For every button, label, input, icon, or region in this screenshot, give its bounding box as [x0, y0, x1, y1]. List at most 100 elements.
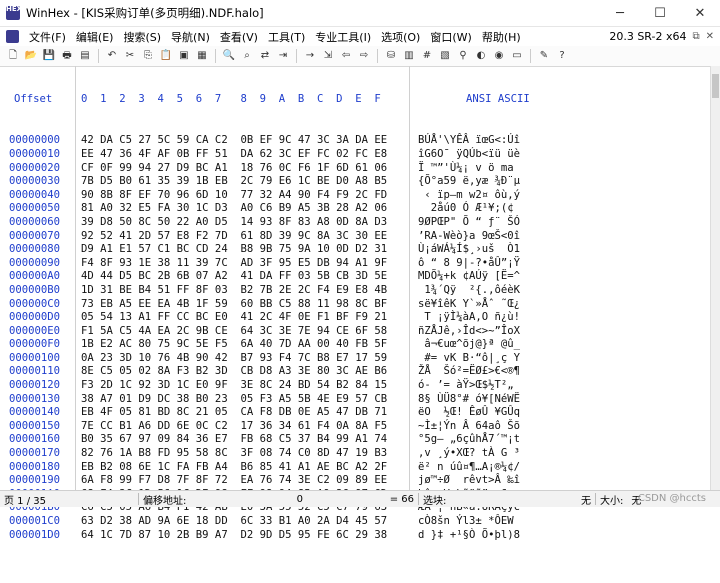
row-ascii-text[interactable]: 1¾´Qÿ ²{.,ôéèK: [418, 284, 720, 298]
fill-icon[interactable]: ▦: [195, 49, 209, 63]
row-hex-bytes[interactable]: 90 8B 8F EF 70 96 6D 10 77 32 A4 90 F4 F…: [81, 189, 409, 203]
paste-icon[interactable]: 📋: [159, 49, 173, 63]
row-hex-bytes[interactable]: EB 4F 05 81 BD 8C 21 05 CA F8 DB 0E A5 4…: [81, 406, 409, 420]
row-hex-bytes[interactable]: CF 0F 99 94 27 D9 BC A1 18 76 0C F6 1F 6…: [81, 162, 409, 176]
row-hex-bytes[interactable]: 1D 31 BE B4 51 FF 8F 03 B2 7B 2E 2C F4 E…: [81, 284, 409, 298]
menu-search[interactable]: 搜索(S): [118, 29, 166, 45]
back-icon[interactable]: ⇦: [339, 49, 353, 63]
row-ascii-text[interactable]: ŽÅ Šó²=ËØ£>€<®¶: [418, 365, 720, 379]
row-ascii-text[interactable]: ‹ ïp–m w2¤ ôù,ý: [418, 189, 720, 203]
row-ascii-text[interactable]: 9ØPŒP" Õ “ ƒ¨ ŠÓ: [418, 216, 720, 230]
vertical-scrollbar[interactable]: [710, 66, 720, 490]
terminal-icon[interactable]: ▭: [510, 49, 524, 63]
cut-icon[interactable]: ✂: [123, 49, 137, 63]
row-ascii-text[interactable]: BÚÅ'\YÊÂ ïœG<:Úî: [418, 134, 720, 148]
close-button[interactable]: ✕: [680, 6, 720, 21]
camera-icon[interactable]: ◉: [492, 49, 506, 63]
row-ascii-text[interactable]: cÒ8­šn Ýl3± *ÔEW: [418, 515, 720, 529]
row-hex-bytes[interactable]: 82 76 1A B8 FD 95 58 8C 3F 08 74 C0 8D 4…: [81, 447, 409, 461]
row-hex-bytes[interactable]: 7E CC B1 A6 DD 6E 0C C2 17 36 34 61 F4 0…: [81, 420, 409, 434]
undo-icon[interactable]: ↶: [105, 49, 119, 63]
row-ascii-text[interactable]: ‚v ¸ý•XŒ? tÀ G ³: [418, 447, 720, 461]
row-ascii-text[interactable]: °5g— „6çûhÅ7´™¡t: [418, 433, 720, 447]
row-ascii-text[interactable]: îG6O¯ ÿQÚb<ïü üè: [418, 148, 720, 162]
row-ascii-text[interactable]: {Õ°a59 ë,yæ ¾Ð¨µ: [418, 175, 720, 189]
scrollbar-thumb[interactable]: [712, 74, 719, 98]
row-ascii-text[interactable]: 8§ ÙÜ8°# ó¥[NéWË: [418, 393, 720, 407]
row-hex-bytes[interactable]: F3 2D 1C 92 3D 1C E0 9F 3E 8C 24 BD 54 B…: [81, 379, 409, 393]
row-hex-bytes[interactable]: F1 5A C5 4A EA 2C 9B CE 64 3C 3E 7E 94 C…: [81, 325, 409, 339]
maximize-button[interactable]: ☐: [640, 6, 680, 21]
menu-file[interactable]: 文件(F): [24, 29, 71, 45]
row-hex-bytes[interactable]: 05 54 13 A1 FF CC BC E0 41 2C 4F 0E F1 B…: [81, 311, 409, 325]
menu-pro-tools[interactable]: 专业工具(I): [310, 29, 376, 45]
print-icon[interactable]: 🖶: [60, 49, 74, 63]
row-ascii-text[interactable]: ó- ’= àŸ>Œ$½T²„: [418, 379, 720, 393]
new-file-icon[interactable]: 🗋: [6, 49, 20, 63]
row-ascii-text[interactable]: ë² n úû¤¶…A¡®¼¢/: [418, 461, 720, 475]
analyze-icon[interactable]: ⚲: [456, 49, 470, 63]
find-icon[interactable]: 🔍: [222, 49, 236, 63]
ascii-column[interactable]: ANSI ASCII BÚÅ'\YÊÂ ïœG<:Úî îG6O¯ ÿQÚb<ïü…: [410, 66, 720, 541]
row-ascii-text[interactable]: ô “ 8 9|-?•åÛ”¡Ÿ: [418, 257, 720, 271]
copy-icon[interactable]: ⎘: [141, 49, 155, 63]
menu-view[interactable]: 查看(V): [215, 29, 263, 45]
menu-help[interactable]: 帮助(H): [477, 29, 526, 45]
row-ascii-text[interactable]: së¥îêK Y`»Åˆ ˜Œ¿: [418, 298, 720, 312]
row-hex-bytes[interactable]: 8E C5 05 02 8A F3 B2 3D CB D8 A3 3E 80 3…: [81, 365, 409, 379]
menu-tools[interactable]: 工具(T): [263, 29, 310, 45]
row-ascii-text[interactable]: ñZÅJê,›Îd<>~”ÎoX: [418, 325, 720, 339]
goto-offset-icon[interactable]: ⇲: [321, 49, 335, 63]
row-hex-bytes[interactable]: EB B2 08 6E 1C FA FB A4 B6 85 41 A1 AE B…: [81, 461, 409, 475]
hash-icon[interactable]: #: [420, 49, 434, 63]
row-hex-bytes[interactable]: 63 D2 38 AD 9A 6E 18 DD 6C 33 B1 A0 2A D…: [81, 515, 409, 529]
row-hex-bytes[interactable]: D9 A1 E1 57 C1 BC CD 24 B8 9B 75 9A 10 0…: [81, 243, 409, 257]
ram-icon[interactable]: ▥: [402, 49, 416, 63]
row-ascii-text[interactable]: d }‡ +¹§Ò Õ•þl)8: [418, 529, 720, 543]
paste-special-icon[interactable]: ▣: [177, 49, 191, 63]
row-hex-bytes[interactable]: 81 A0 32 E5 FA 30 1C D3 A0 C6 B9 A5 3B 2…: [81, 202, 409, 216]
disk-icon[interactable]: ⛁: [384, 49, 398, 63]
minimize-button[interactable]: ─: [600, 6, 640, 21]
row-ascii-text[interactable]: #= vK B·“ô|¸ç Y: [418, 352, 720, 366]
menu-window[interactable]: 窗口(W): [425, 29, 476, 45]
row-ascii-text[interactable]: jø™÷Ø rêvt>Â ‰î: [418, 474, 720, 488]
help-icon[interactable]: ?: [555, 49, 569, 63]
save-icon[interactable]: 💾: [42, 49, 56, 63]
forward-icon[interactable]: ⇨: [357, 49, 371, 63]
close-child-icon[interactable]: ✕: [706, 31, 714, 42]
menu-navigation[interactable]: 导航(N): [166, 29, 215, 45]
row-ascii-text[interactable]: ~Ì±¦Ýn Â 64aô Šõ: [418, 420, 720, 434]
restore-child-icon[interactable]: ⧉: [692, 31, 699, 42]
row-ascii-text[interactable]: ëO ½Œ! ÊøÛ ¥GÛq: [418, 406, 720, 420]
open-file-icon[interactable]: 📂: [24, 49, 38, 63]
row-hex-bytes[interactable]: 42 DA C5 27 5C 59 CA C2 0B EF 9C 47 3C 3…: [81, 134, 409, 148]
ascii-rows[interactable]: BÚÅ'\YÊÂ ïœG<:Úî îG6O¯ ÿQÚb<ïü üè Ï ™”'Ù¼¡…: [410, 134, 720, 542]
find-hex-icon[interactable]: ⌕: [240, 49, 254, 63]
row-hex-bytes[interactable]: 1B E2 AC 80 75 9C 5E F5 6A 40 7D AA 00 4…: [81, 338, 409, 352]
row-ascii-text[interactable]: T ¡ÿÌ¼àA,O ñ¿ù!: [418, 311, 720, 325]
options-icon[interactable]: ✎: [537, 49, 551, 63]
row-ascii-text[interactable]: MDÕ¼+k ¢AÚÿ [Ë=^: [418, 270, 720, 284]
row-ascii-text[interactable]: Ï ™”'Ù¼¡ v ö ma: [418, 162, 720, 176]
row-hex-bytes[interactable]: B0 35 67 97 09 84 36 E7 FB 68 C5 37 B4 9…: [81, 433, 409, 447]
hex-column[interactable]: 0 1 2 3 4 5 6 7 8 9 A B C D E F 42 DA C5…: [76, 66, 410, 541]
calc-icon[interactable]: ▧: [438, 49, 452, 63]
row-hex-bytes[interactable]: 6A F8 99 F7 D8 7F 8F 72 EA 76 74 3E C2 0…: [81, 474, 409, 488]
replace-icon[interactable]: ⇄: [258, 49, 272, 63]
row-hex-bytes[interactable]: 73 EB A5 EE EA 4B 1F 59 60 BB C5 88 11 9…: [81, 298, 409, 312]
goto-icon[interactable]: →: [303, 49, 317, 63]
menu-options[interactable]: 选项(O): [376, 29, 425, 45]
row-hex-bytes[interactable]: 38 A7 01 D9 DC 38 B0 23 05 F3 A5 5B 4E E…: [81, 393, 409, 407]
row-hex-bytes[interactable]: 92 52 41 2D 57 E8 F2 7D 61 8D 39 9C 8A 3…: [81, 230, 409, 244]
properties-icon[interactable]: ▤: [78, 49, 92, 63]
hex-rows[interactable]: 42 DA C5 27 5C 59 CA C2 0B EF 9C 47 3C 3…: [76, 134, 409, 542]
row-ascii-text[interactable]: Ù¡áWÁ¼Í$¸›uš Ò1: [418, 243, 720, 257]
row-hex-bytes[interactable]: 0A 23 3D 10 76 4B 90 42 B7 93 F4 7C B8 E…: [81, 352, 409, 366]
row-hex-bytes[interactable]: 4D 44 D5 BC 2B 6B 07 A2 41 DA FF 03 5B C…: [81, 270, 409, 284]
document-icon[interactable]: [6, 30, 19, 43]
row-ascii-text[interactable]: 2åú0 Ó Æ¹¥;(¢: [418, 202, 720, 216]
row-ascii-text[interactable]: ’RA-Wèò}a 9œŠ<0î: [418, 230, 720, 244]
find-next-icon[interactable]: ⇥: [276, 49, 290, 63]
row-hex-bytes[interactable]: 39 D8 50 8C 50 22 A0 D5 14 93 8F 83 A8 0…: [81, 216, 409, 230]
